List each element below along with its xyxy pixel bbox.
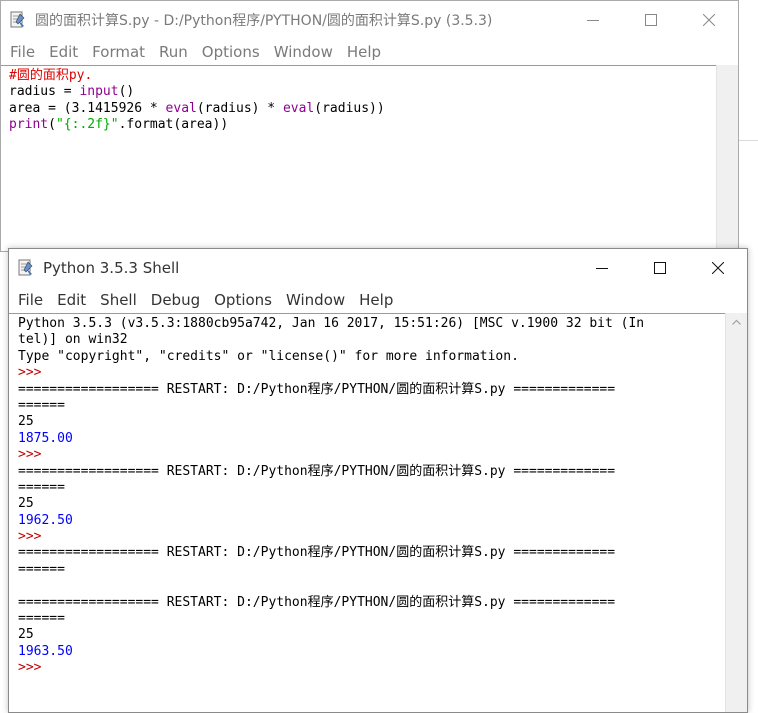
shell-output-area[interactable]: Python 3.5.3 (v3.5.3:1880cb95a742, Jan 1… [9,313,727,712]
python-idle-icon [10,11,25,28]
shell-window-title: Python 3.5.3 Shell [43,259,180,277]
shell-text-line: 25 [18,414,34,430]
code-line: area = (3.1415926 * eval(radius) * eval(… [9,101,716,117]
shell-text-line: 25 [18,496,34,512]
editor-menu-run[interactable]: Run [152,43,195,61]
shell-titlebar[interactable]: Python 3.5.3 Shell [9,249,747,287]
shell-minimize-button[interactable] [573,249,631,287]
code-line: #圆的面积py. [9,68,716,84]
python-idle-icon [18,259,33,276]
editor-window: 圆的面积计算S.py - D:/Python程序/PYTHON/圆的面积计算S.… [0,0,739,252]
shell-prompt-line: >>> [18,447,50,463]
shell-text-line: ================== RESTART: D:/Python程序/… [18,381,616,397]
editor-menu-file[interactable]: File [3,43,42,61]
code-token: print [9,117,49,133]
shell-text-line: ====== [18,561,65,577]
shell-text-line: ================== RESTART: D:/Python程序/… [18,594,616,610]
shell-maximize-button[interactable] [631,249,689,287]
shell-menu-help[interactable]: Help [352,291,400,309]
background-divider [738,140,758,141]
code-token: eval [282,100,315,116]
code-line: radius = input() [9,84,716,100]
scroll-up-arrow-icon [732,319,741,325]
editor-menu-edit[interactable]: Edit [42,43,85,61]
editor-titlebar[interactable]: 圆的面积计算S.py - D:/Python程序/PYTHON/圆的面积计算S.… [1,1,738,39]
code-token: eval [165,100,197,116]
shell-text-line: Python 3.5.3 (v3.5.3:1880cb95a742, Jan 1… [18,316,645,331]
code-line: print("{:.2f}".format(area)) [9,117,716,133]
editor-menubar: File Edit Format Run Options Window Help [1,39,738,65]
editor-vertical-scrollbar[interactable] [716,65,738,251]
shell-text-line: 25 [18,627,34,643]
shell-menu-debug[interactable]: Debug [144,291,207,309]
shell-menu-window[interactable]: Window [279,291,352,309]
shell-text-line: ================== RESTART: D:/Python程序/… [18,463,616,479]
code-token: .format(area)) [118,117,229,133]
editor-close-button[interactable] [680,1,738,39]
shell-menu-options[interactable]: Options [207,291,279,309]
shell-text-line: Type "copyright", "credits" or "license(… [18,348,519,364]
maximize-icon [654,262,666,274]
shell-text-line: tel)] on win32 [18,332,128,348]
shell-window: Python 3.5.3 Shell File Edit Shell Debug… [8,248,748,713]
shell-output-line: 1963.50 [18,643,73,659]
close-icon [703,14,715,26]
shell-menubar: File Edit Shell Debug Options Window Hel… [9,287,747,313]
code-token: (radius) * [196,100,283,116]
shell-text-line: ====== [18,479,65,495]
code-token: radius = [9,84,80,100]
shell-scroll-up-button[interactable] [726,313,747,331]
shell-prompt-line: >>> [18,660,50,676]
code-token: #圆的面积py. [9,68,93,83]
shell-prompt-line: >>> [18,529,50,545]
editor-menu-format[interactable]: Format [85,43,152,61]
code-token: "{:.2f}" [55,117,119,133]
shell-text-line [18,578,727,594]
code-token: area = (3.1415926 * [9,100,166,116]
shell-text-line: ====== [18,611,65,627]
minimize-icon [587,20,599,21]
shell-output-line: 1962.50 [18,512,73,528]
minimize-icon [596,268,608,269]
editor-maximize-button[interactable] [622,1,680,39]
close-icon [712,262,724,274]
editor-minimize-button[interactable] [564,1,622,39]
code-token: ( [48,117,56,133]
shell-output-line: 1875.00 [18,430,73,446]
editor-menu-window[interactable]: Window [267,43,340,61]
shell-text-line: ====== [18,397,65,413]
editor-menu-help[interactable]: Help [340,43,388,61]
shell-menu-shell[interactable]: Shell [93,291,144,309]
shell-menu-file[interactable]: File [11,291,50,309]
code-token: () [118,84,135,100]
code-token: (radius)) [314,100,385,116]
shell-close-button[interactable] [689,249,747,287]
shell-vertical-scrollbar[interactable] [725,313,747,712]
shell-prompt-line: >>> [18,365,50,381]
code-token: input [79,84,119,100]
shell-window-controls [573,249,747,287]
editor-menu-options[interactable]: Options [195,43,267,61]
shell-menu-edit[interactable]: Edit [50,291,93,309]
editor-code-area[interactable]: #圆的面积py. radius = input() area = (3.141592… [1,65,716,251]
maximize-icon [645,14,657,26]
editor-window-controls [564,1,738,39]
shell-text-line: ================== RESTART: D:/Python程序/… [18,545,616,561]
editor-window-title: 圆的面积计算S.py - D:/Python程序/PYTHON/圆的面积计算S.… [35,13,493,29]
